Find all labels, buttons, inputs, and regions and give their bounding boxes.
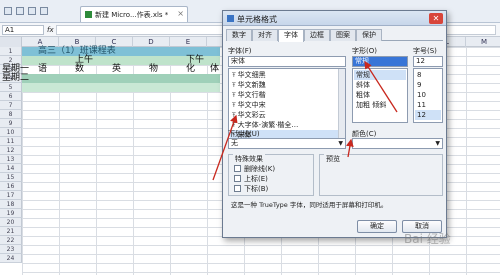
arrow-to-color xyxy=(346,138,354,158)
arrow-to-font-list xyxy=(212,114,238,181)
arrow-to-font-style xyxy=(364,60,398,113)
watermark-logo: Bai 经验 xyxy=(404,232,451,246)
